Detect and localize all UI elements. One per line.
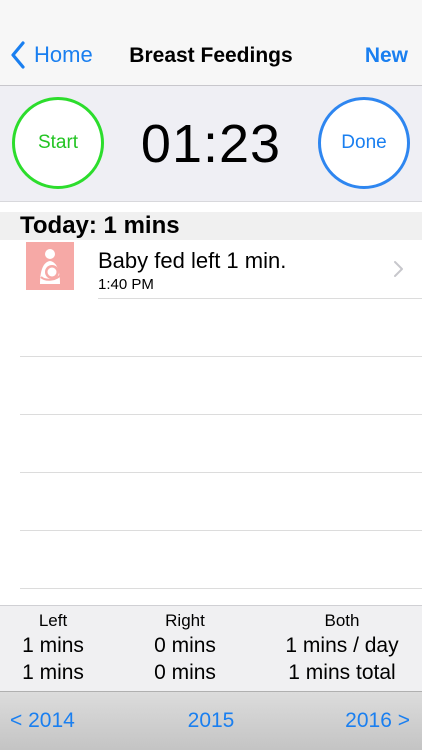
stats-right-header: Right — [165, 611, 205, 630]
stats-both-per-day: 1 mins / day — [285, 634, 399, 657]
row-separator — [20, 414, 422, 415]
stats-left-total: 1 mins — [22, 661, 84, 684]
entry-time: 1:40 PM — [98, 276, 154, 293]
list-item[interactable]: Baby fed left 1 min. 1:40 PM — [0, 240, 422, 298]
stats-summary: Left 1 mins 1 mins Right 0 mins 0 mins B… — [0, 605, 422, 691]
row-separator — [20, 472, 422, 473]
row-separator — [98, 298, 422, 299]
stats-both-column: Both 1 mins / day 1 mins total — [262, 610, 422, 686]
breastfeeding-icon — [26, 242, 74, 290]
done-button[interactable]: Done — [318, 97, 410, 189]
stats-left-per-day: 1 mins — [22, 634, 84, 657]
row-separator — [20, 356, 422, 357]
page-title: Breast Feedings — [129, 44, 293, 67]
navigation-bar: Home Breast Feedings New — [0, 0, 422, 86]
next-year-button[interactable]: 2016 > — [345, 708, 410, 734]
stats-left-column: Left 1 mins 1 mins — [0, 610, 106, 686]
section-header: Today: 1 mins — [0, 212, 422, 240]
stats-left-header: Left — [38, 611, 68, 630]
year-navigation-bar: < 2014 2015 2016 > — [0, 691, 422, 750]
stats-both-total: 1 mins total — [288, 661, 396, 684]
stats-both-header: Both — [324, 611, 360, 630]
timer-panel: Start 01:23 Done — [0, 86, 422, 202]
stats-right-per-day: 0 mins — [154, 634, 216, 657]
new-button[interactable]: New — [365, 42, 408, 70]
row-separator — [20, 588, 422, 589]
stats-right-column: Right 0 mins 0 mins — [126, 610, 244, 686]
entry-title: Baby fed left 1 min. — [98, 248, 287, 273]
row-separator — [20, 530, 422, 531]
chevron-right-icon — [394, 261, 403, 277]
stats-right-total: 0 mins — [154, 661, 216, 684]
